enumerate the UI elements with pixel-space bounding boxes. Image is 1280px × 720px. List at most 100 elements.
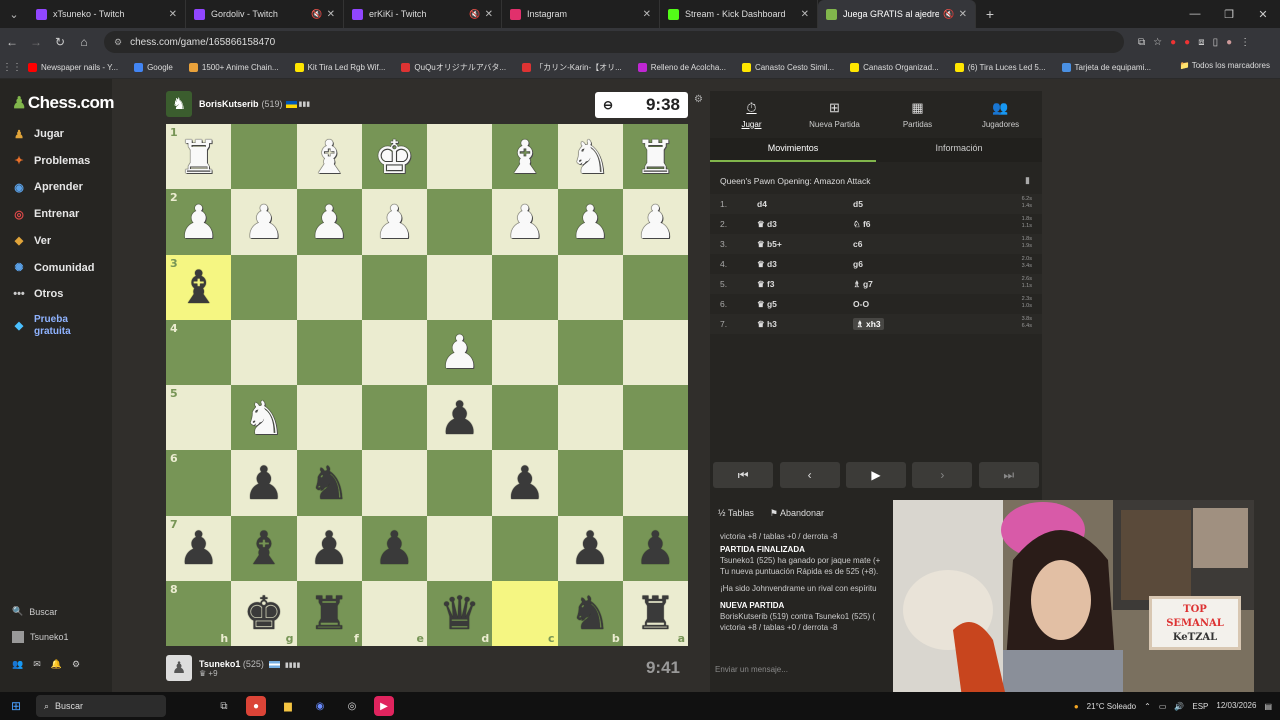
black-piece[interactable]: ♜ [623,581,688,646]
board-square[interactable]: e [361,580,427,646]
black-piece[interactable]: ♞ [297,450,362,515]
url-field[interactable]: ⚙ chess.com/game/165866158470 [104,31,1124,53]
sidebar-item-comunidad[interactable]: ✺ Comunidad [12,261,94,275]
notifications-icon[interactable]: 🔔 [51,659,62,670]
close-tab-icon[interactable]: ✕ [327,9,335,20]
white-piece[interactable]: ♞ [558,124,623,189]
top-player-name[interactable]: BorisKutserib [199,99,259,109]
board-square[interactable] [622,319,688,385]
site-info-icon[interactable]: ⚙ [114,37,122,48]
profile-avatar[interactable]: ● [1226,37,1232,48]
close-tab-icon[interactable]: ✕ [485,9,493,20]
board-square[interactable] [296,385,362,451]
white-piece[interactable]: ♝ [297,124,362,189]
black-move[interactable]: g6 [817,259,923,269]
bookmark-item[interactable]: Newspaper nails - Y... [28,62,118,73]
board-square[interactable] [231,124,297,190]
volume-icon[interactable]: 🔊 [1174,702,1184,711]
board-square[interactable] [427,450,493,516]
browser-menu-icon[interactable]: ⋮ [1240,37,1250,48]
black-piece[interactable]: ♟ [427,385,492,450]
black-piece[interactable]: ♟ [166,516,231,581]
notification-icon[interactable]: ▤ [1264,702,1272,711]
black-piece[interactable]: ♟ [297,516,362,581]
extensions-puzzle-icon[interactable]: ⧈ [1198,37,1204,48]
sidebar-item-ver[interactable]: ◆ Ver [12,234,51,248]
white-piece[interactable]: ♟ [166,189,231,254]
board-square[interactable]: c [492,580,558,646]
home-icon[interactable]: ⌂ [72,35,96,49]
close-tab-icon[interactable]: ✕ [169,9,177,20]
board-square[interactable] [492,319,558,385]
top-player-avatar[interactable]: ♞ [166,91,192,117]
bookmark-item[interactable]: Google [134,62,173,73]
sidebar-item-entrenar[interactable]: ◎ Entrenar [12,207,79,221]
white-piece[interactable]: ♟ [492,189,557,254]
install-icon[interactable]: ⧉ [1138,37,1145,48]
messages-icon[interactable]: ✉ [33,659,41,670]
close-tab-icon[interactable]: ✕ [801,9,809,20]
extension-icon[interactable]: ● [1184,37,1190,48]
forward-icon[interactable]: → [24,35,48,49]
white-piece[interactable]: ♞ [231,385,296,450]
board-square[interactable] [427,515,493,581]
board-settings-gear-icon[interactable]: ⚙ [694,94,703,105]
all-bookmarks[interactable]: 📁 Todos los marcadores [1180,61,1270,70]
black-move[interactable]: O-O [817,299,923,309]
minimize-icon[interactable]: — [1178,0,1212,28]
sidebar-item-problemas[interactable]: ✦ Problemas [12,154,90,168]
bookmark-item[interactable]: 1500+ Anime Chain... [188,62,279,73]
bookmark-item[interactable]: Kit Tira Led Rgb Wif... [294,62,385,73]
black-piece[interactable]: ♟ [362,516,427,581]
board-square[interactable] [557,254,623,320]
white-piece[interactable]: ♚ [362,124,427,189]
bookmark-item[interactable]: Relleno de Acolcha... [637,62,726,73]
white-piece[interactable]: ♟ [362,189,427,254]
chat-input[interactable]: Enviar un mensaje... [715,665,788,674]
white-piece[interactable]: ♟ [623,189,688,254]
browser-tab[interactable]: erKiKi - Twitch 🔇 ✕ [344,0,502,28]
board-square[interactable] [361,254,427,320]
white-move[interactable]: ♛ h3 [742,319,817,330]
black-piece[interactable]: ♚ [231,581,296,646]
bookmark-item[interactable]: Canasto Organizad... [850,62,939,73]
black-move[interactable]: ♗ xh3 [817,317,923,330]
board-square[interactable] [427,189,493,255]
language-indicator[interactable]: ESP [1192,702,1208,711]
friends-icon[interactable]: 👥 [12,659,23,670]
browser-tab[interactable]: Gordoliv - Twitch 🔇 ✕ [186,0,344,28]
mute-icon[interactable]: 🔇 [943,9,954,20]
white-piece[interactable]: ♜ [623,124,688,189]
white-move[interactable]: ♛ b5+ [742,239,817,250]
white-piece[interactable]: ♟ [427,320,492,385]
app-icon[interactable]: ◉ [310,696,330,716]
tab-movimientos[interactable]: Movimientos [710,138,876,162]
board-square[interactable] [231,319,297,385]
board-square[interactable] [361,319,427,385]
tab-nueva-partida[interactable]: ⊞ Nueva Partida [793,91,876,137]
black-piece[interactable]: ♟ [623,516,688,581]
tab-jugadores[interactable]: 👥 Jugadores [959,91,1042,137]
browser-tab[interactable]: Stream - Kick Dashboard ✕ [660,0,818,28]
first-move-button[interactable]: ⏮ [713,462,774,488]
sidebar-user[interactable]: Tsuneko1 [12,631,69,643]
white-move[interactable]: ♛ g5 [742,299,817,310]
black-move[interactable]: ♗ g7 [817,279,923,290]
sidebar-search[interactable]: 🔍 Buscar [12,606,57,617]
board-square[interactable] [361,450,427,516]
white-move[interactable]: d4 [742,199,817,209]
bottom-player-avatar[interactable]: ♟ [166,655,192,681]
book-icon[interactable]: ▮ [1025,175,1030,186]
tray-chevron-icon[interactable]: ⌃ [1144,702,1151,711]
board-square[interactable] [622,385,688,451]
tab-informacion[interactable]: Información [876,138,1042,162]
taskview-icon[interactable]: ⧉ [214,696,234,716]
black-piece[interactable]: ♟ [231,450,296,515]
board-square[interactable] [296,319,362,385]
board-square[interactable] [231,254,297,320]
windows-start-icon[interactable]: ⊞ [0,699,32,713]
taskbar-search[interactable]: ⌕ Buscar [36,695,166,717]
board-square[interactable] [622,450,688,516]
board-square[interactable] [557,450,623,516]
bottom-player-name[interactable]: Tsuneko1 [199,659,240,669]
